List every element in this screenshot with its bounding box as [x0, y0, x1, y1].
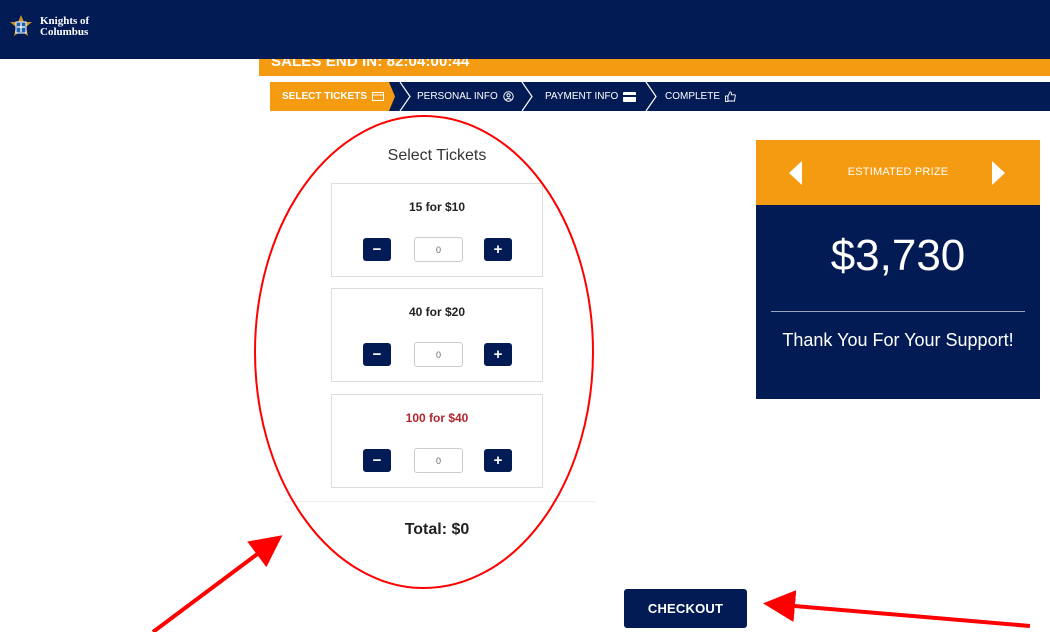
credit-card-icon	[623, 91, 637, 102]
step-select-tickets[interactable]: SELECT TICKETS	[270, 82, 395, 111]
checkout-steps: SELECT TICKETS PERSONAL INFO PAYMENT INF…	[270, 82, 1050, 111]
ticket-option-card: 15 for $10 − +	[331, 183, 543, 277]
sales-countdown: SALES END IN: 82:04:00:44	[271, 59, 470, 70]
ticket-option-label: 40 for $20	[408, 305, 466, 319]
red-annotation-arrow	[763, 590, 1031, 628]
next-arrow-icon[interactable]	[992, 161, 1005, 185]
increase-quantity-button[interactable]: +	[484, 449, 512, 472]
ticket-quantity-input[interactable]	[414, 448, 463, 473]
decrease-quantity-button[interactable]: −	[363, 238, 391, 261]
step-personal-info[interactable]: PERSONAL INFO	[417, 82, 514, 111]
ticket-quantity-input[interactable]	[414, 237, 463, 262]
sales-countdown-bar: SALES END IN: 82:04:00:44	[259, 59, 1050, 76]
prize-amount: $3,730	[830, 231, 966, 280]
step-separator-chevron-icon	[399, 82, 411, 111]
prize-divider	[771, 311, 1025, 312]
red-annotation-arrow	[151, 535, 283, 632]
brand-logo[interactable]: Knights of Columbus	[8, 14, 89, 40]
step-separator-chevron-icon	[645, 82, 657, 111]
decrease-quantity-button[interactable]: −	[363, 343, 391, 366]
step-label: COMPLETE	[665, 91, 721, 102]
brand-name: Knights of Columbus	[40, 16, 89, 38]
prize-header: ESTIMATED PRIZE	[756, 140, 1040, 205]
step-payment-info[interactable]: PAYMENT INFO	[545, 82, 637, 111]
ticket-option-label: 100 for $40	[405, 411, 469, 425]
order-total: Total: $0	[404, 521, 470, 538]
user-circle-icon	[503, 91, 514, 102]
ticket-selection-title: Select Tickets	[387, 147, 487, 164]
decrease-quantity-button[interactable]: −	[363, 449, 391, 472]
ticket-option-card: 40 for $20 − +	[331, 288, 543, 382]
checkout-button[interactable]: CHECKOUT	[624, 589, 747, 628]
knights-of-columbus-emblem-icon	[10, 15, 32, 36]
estimated-prize-panel: ESTIMATED PRIZE $3,730 Thank You For You…	[756, 140, 1040, 399]
top-navigation-bar: Knights of Columbus	[0, 0, 1050, 59]
step-label: SELECT TICKETS	[282, 91, 368, 102]
step-complete[interactable]: COMPLETE	[665, 82, 736, 111]
ticket-option-label: 15 for $10	[408, 200, 466, 214]
support-message: Thank You For Your Support!	[782, 330, 1014, 350]
ticket-quantity-input[interactable]	[414, 342, 463, 367]
step-separator-chevron-icon	[521, 82, 533, 111]
increase-quantity-button[interactable]: +	[484, 238, 512, 261]
ticket-icon	[372, 92, 385, 101]
total-divider	[285, 501, 595, 502]
ticket-option-card: 100 for $40 − +	[331, 394, 543, 488]
step-label: PERSONAL INFO	[417, 91, 498, 102]
brand-line-2: Columbus	[40, 26, 89, 38]
increase-quantity-button[interactable]: +	[484, 343, 512, 366]
step-label: PAYMENT INFO	[545, 91, 619, 102]
thumbs-up-icon	[725, 91, 736, 102]
